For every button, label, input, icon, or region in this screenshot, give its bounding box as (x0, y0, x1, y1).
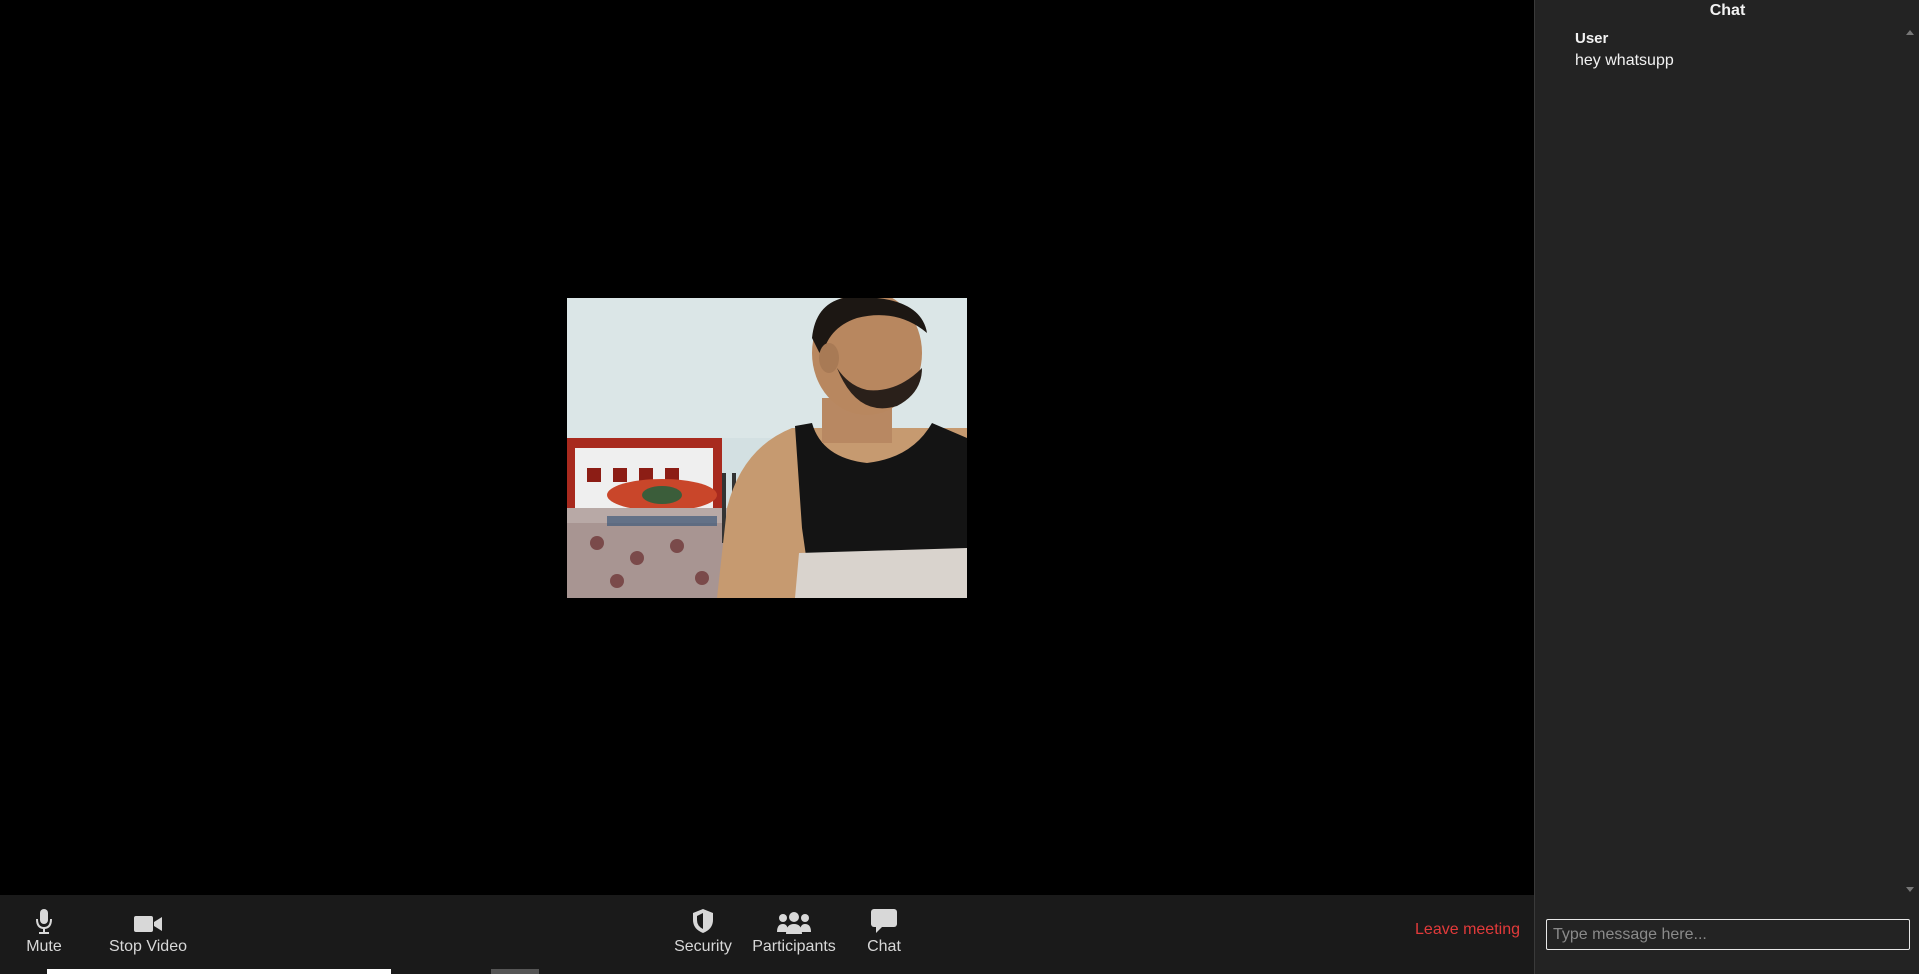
chat-panel: Chat User hey whatsupp (1534, 0, 1919, 974)
chat-title: Chat (1709, 2, 1746, 19)
progress-bar (47, 969, 391, 974)
participants-label: Participants (752, 938, 836, 955)
stop-video-label: Stop Video (109, 938, 187, 955)
shield-icon (692, 904, 714, 934)
meeting-toolbar: Mute Stop Video Security Participants Ch… (0, 895, 1534, 974)
video-stage (0, 0, 1534, 895)
participant-video[interactable] (567, 298, 967, 598)
message-sender: User (1575, 30, 1609, 47)
stop-video-button[interactable]: Stop Video (88, 895, 208, 965)
mute-button[interactable]: Mute (18, 895, 70, 965)
video-camera-icon (133, 904, 163, 934)
chat-scrollbar[interactable] (1902, 22, 1919, 900)
message-text: hey whatsupp (1575, 52, 1674, 69)
participants-button[interactable]: Participants (748, 895, 840, 965)
chat-message: User hey whatsupp (1575, 28, 1875, 72)
progress-bar-secondary (491, 969, 539, 974)
mute-label: Mute (26, 938, 62, 955)
security-button[interactable]: Security (668, 895, 738, 965)
security-label: Security (674, 938, 732, 955)
chat-message-input[interactable] (1546, 919, 1910, 950)
people-icon (777, 904, 811, 934)
chat-label: Chat (867, 938, 901, 955)
scroll-down-icon[interactable] (1906, 887, 1914, 892)
chat-message-list: User hey whatsupp (1575, 28, 1875, 72)
microphone-icon (35, 904, 53, 934)
scroll-up-icon[interactable] (1906, 30, 1914, 35)
meeting-app: Mute Stop Video Security Participants Ch… (0, 0, 1919, 974)
speech-bubble-icon (870, 904, 898, 934)
leave-meeting-button[interactable]: Leave meeting (1415, 921, 1520, 939)
video-frame (567, 298, 967, 598)
chat-button[interactable]: Chat (857, 895, 911, 965)
